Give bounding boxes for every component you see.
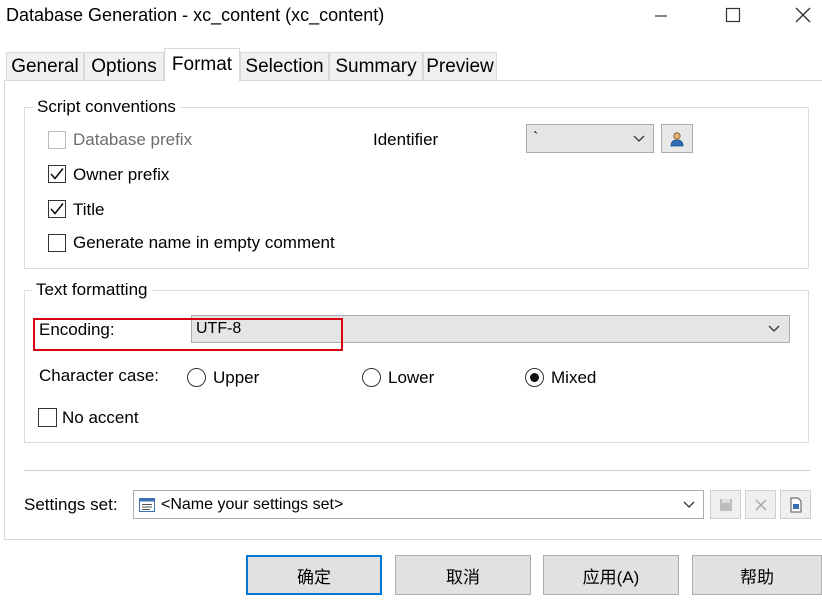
apply-button[interactable]: 应用(A) [543, 555, 679, 595]
settings-list-icon [139, 497, 155, 512]
window-title: Database Generation - xc_content (xc_con… [6, 5, 385, 25]
ok-button[interactable]: 确定 [246, 555, 382, 595]
save-settings-button[interactable] [710, 490, 741, 519]
case-upper-label: Upper [213, 368, 260, 387]
import-settings-button[interactable] [780, 490, 811, 519]
identifier-select[interactable]: ` [526, 124, 654, 153]
case-upper-radio[interactable] [187, 368, 206, 387]
close-icon [795, 7, 811, 23]
case-mixed-radio[interactable] [525, 368, 544, 387]
minimize-button[interactable] [638, 0, 684, 30]
owner-prefix-checkbox[interactable] [48, 165, 66, 183]
encoding-highlight-box [33, 318, 343, 351]
text-formatting-legend: Text formatting [32, 280, 152, 300]
owner-prefix-label: Owner prefix [73, 165, 170, 184]
settings-set-select[interactable]: <Name your settings set> [133, 490, 704, 519]
script-conventions-legend: Script conventions [33, 97, 180, 117]
tab-options[interactable]: Options [84, 52, 164, 80]
database-prefix-label: Database prefix [73, 130, 193, 149]
case-lower-radio[interactable] [362, 368, 381, 387]
chevron-down-icon [768, 325, 780, 332]
chevron-down-icon [683, 501, 695, 508]
tab-selection[interactable]: Selection [240, 52, 329, 80]
chevron-down-icon [633, 135, 645, 142]
tab-preview[interactable]: Preview [423, 52, 497, 80]
case-lower-label: Lower [388, 368, 435, 387]
user-icon [670, 131, 684, 146]
tab-general[interactable]: General [6, 52, 84, 80]
title-label: Title [73, 200, 105, 219]
save-icon [719, 498, 732, 511]
no-accent-label: No accent [62, 408, 139, 427]
minimize-icon [655, 15, 667, 17]
delete-settings-button[interactable] [745, 490, 776, 519]
cancel-button[interactable]: 取消 [395, 555, 531, 595]
generate-name-checkbox[interactable] [48, 234, 66, 252]
character-case-label: Character case: [39, 366, 159, 385]
identifier-label: Identifier [373, 130, 439, 149]
help-button[interactable]: 帮助 [692, 555, 822, 595]
settings-set-label: Settings set: [24, 495, 118, 514]
maximize-icon [725, 7, 741, 23]
identifier-properties-button[interactable] [661, 124, 693, 153]
title-bar: Database Generation - xc_content (xc_con… [0, 0, 822, 34]
close-button[interactable] [780, 0, 822, 30]
tab-summary[interactable]: Summary [329, 52, 423, 80]
delete-icon [754, 498, 767, 511]
document-icon [790, 497, 801, 512]
identifier-value: ` [533, 129, 539, 147]
separator [24, 470, 810, 471]
settings-set-value: <Name your settings set> [161, 495, 344, 513]
checkmark-icon [50, 203, 64, 215]
tab-format[interactable]: Format [164, 48, 240, 82]
database-prefix-checkbox[interactable] [48, 131, 66, 149]
title-checkbox[interactable] [48, 200, 66, 218]
radio-dot [530, 373, 539, 382]
checkmark-icon [50, 168, 64, 180]
generate-name-label: Generate name in empty comment [73, 233, 335, 252]
no-accent-checkbox[interactable] [38, 408, 57, 427]
maximize-button[interactable] [710, 0, 756, 30]
case-mixed-label: Mixed [551, 368, 597, 387]
